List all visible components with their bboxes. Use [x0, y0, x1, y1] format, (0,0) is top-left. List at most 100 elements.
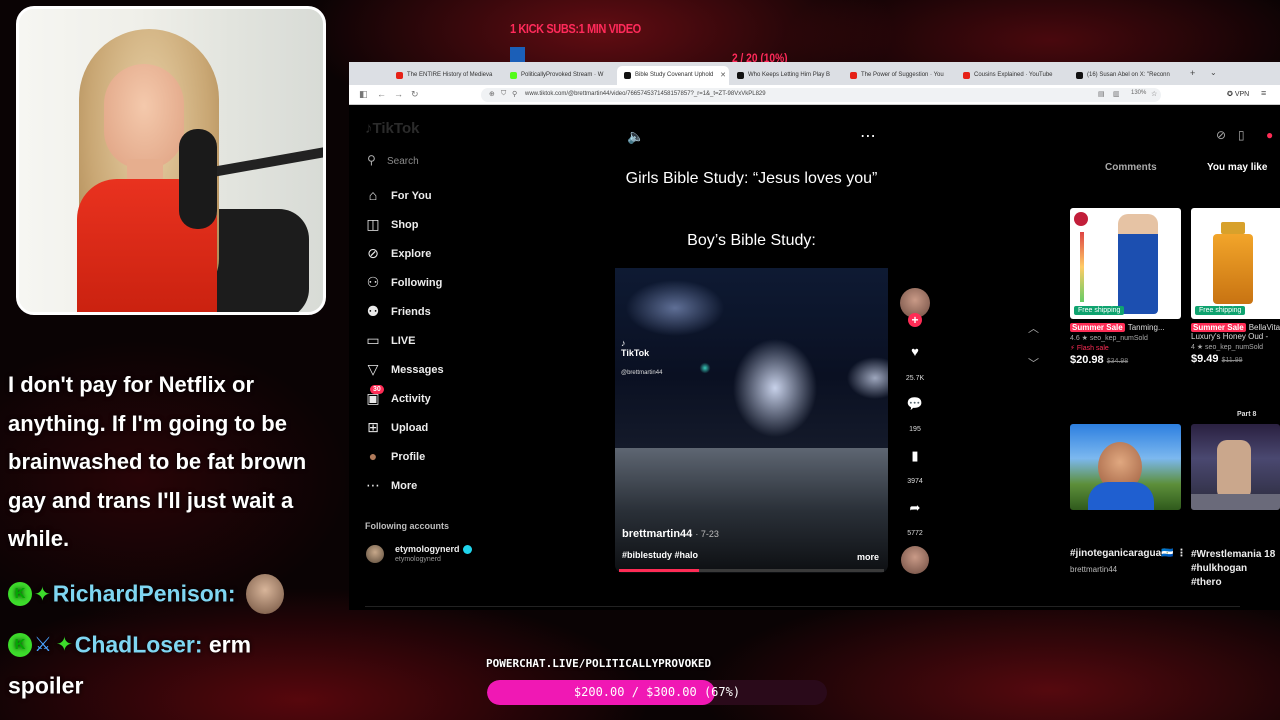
divider [365, 606, 1240, 607]
more-options-icon[interactable]: ⋯ [860, 126, 877, 146]
sidebar-item-label: Profile [391, 451, 426, 463]
more-link[interactable]: more [857, 552, 879, 562]
vpn-icon: ✪ [1227, 91, 1235, 98]
menu-icon[interactable]: ≡ [1261, 88, 1266, 98]
search-input[interactable]: ⚲ Search [365, 153, 485, 171]
browser-tab[interactable]: Cousins Explained · YouTube [956, 66, 1068, 85]
friends-icon: ⚉ [366, 303, 380, 319]
account-name: etymologynerd [395, 544, 460, 554]
browser-tab[interactable]: The ENTIRE History of Medieva [389, 66, 503, 85]
recommended-video-thumbnail[interactable] [1070, 424, 1181, 510]
favicon-icon [1076, 72, 1083, 79]
vpn-button[interactable]: ✪ VPN [1227, 90, 1249, 98]
screenshot-icon[interactable]: ▥ [1113, 90, 1120, 98]
sidebar-item-label: LIVE [391, 335, 416, 347]
recommended-video-user[interactable]: brettmartin44 [1070, 565, 1117, 574]
recommended-video-thumbnail[interactable] [1191, 424, 1280, 510]
product-title-line-2: Luxury's Honey Oud - [1191, 332, 1269, 341]
reader-view-icon[interactable]: ▤ [1098, 90, 1105, 98]
tiktok-watermark: ♪ TikTok [621, 338, 650, 358]
tab-comments[interactable]: Comments [1105, 162, 1157, 173]
chat-username: ChadLoser: [74, 631, 203, 658]
product-card[interactable]: Free shipping Summer Sale Tanming... 4.6 … [1070, 208, 1181, 366]
comment-bubble-icon[interactable]: 💬 [898, 396, 932, 412]
permissions-icon[interactable]: ⚲ [512, 90, 517, 98]
save-count: 3974 [907, 478, 923, 485]
sidebar-item-explore[interactable]: ⊘ Explore [364, 244, 564, 266]
top-right-icons: ⊘ ▯ ● [1212, 128, 1280, 148]
tiktok-note-icon: ♪ [621, 338, 626, 348]
avatar [366, 545, 384, 563]
compass-icon[interactable]: ⊘ [1216, 128, 1226, 142]
sidebar-item-messages[interactable]: ▽ Messages [364, 360, 564, 382]
flash-sale-label: ⚡ Flash sale [1070, 345, 1109, 352]
share-arrow-icon[interactable]: ➦ [898, 500, 932, 516]
chat-line-wrap: spoiler [8, 671, 83, 699]
video-author: brettmartin44 · 7-23 [622, 528, 719, 540]
browser-tab[interactable]: Who Keeps Letting Him Play B [730, 66, 842, 85]
product-rating: 4 ★ seo_kep_numSold [1191, 344, 1264, 351]
chevron-up-icon[interactable]: ︿ [1028, 320, 1039, 336]
sidebar-item-profile[interactable]: ● Profile [364, 447, 564, 469]
product-card[interactable]: Free shipping Summer Sale BellaVita Luxur… [1191, 208, 1280, 365]
reload-icon[interactable]: ↻ [411, 89, 419, 100]
bookmark-star-icon[interactable]: ☆ [1151, 90, 1157, 98]
browser-tab[interactable]: The Power of Suggestion · You [843, 66, 955, 85]
browser-toolbar: ◧ ← → ↻ ⊕ ⛉ ⚲ www.tiktok.com/@brettmarti… [349, 85, 1280, 105]
webcam-feed [16, 6, 326, 315]
sidebar-item-shop[interactable]: ◫ Shop [364, 215, 564, 237]
sidebar-item-live[interactable]: ▭ LIVE [364, 331, 564, 353]
video-caption-line-1: Girls Bible Study: “Jesus loves you” [625, 170, 878, 187]
verified-badge-icon [462, 545, 472, 555]
compass-icon: ⊘ [367, 245, 379, 261]
phone-icon[interactable]: ▯ [1238, 128, 1245, 142]
sidebar-item-for-you[interactable]: ⌂ For You [364, 186, 564, 208]
favicon-icon [510, 72, 517, 79]
sidebar-item-activity[interactable]: ▣ 30 Activity [364, 385, 564, 411]
site-info-icon[interactable]: ⊕ [489, 90, 495, 98]
sidebar-item-upload[interactable]: ⊞ Upload [364, 418, 564, 440]
close-icon[interactable]: ✕ [720, 71, 726, 79]
product-image: Free shipping [1070, 208, 1181, 319]
product-old-price: $34.98 [1106, 358, 1129, 365]
sound-disc-icon[interactable] [901, 546, 929, 574]
sidebar-item-label: Friends [391, 306, 431, 318]
heart-icon[interactable]: ♥ [898, 344, 932, 359]
browser-tab[interactable]: (16) Susan Abel on X: "Reconn [1069, 66, 1187, 85]
donation-goal-text: $200.00 / $300.00 (67%) [573, 685, 741, 699]
tracking-shield-icon[interactable]: ⛉ [501, 90, 506, 98]
forward-arrow-icon[interactable]: → [394, 89, 403, 99]
favicon-icon [963, 72, 970, 79]
browser-tab-active[interactable]: Bible Study Covenant Uphold ✕ [617, 66, 729, 85]
video-progress-bar[interactable] [619, 569, 884, 572]
zoom-level[interactable]: 130% [1131, 90, 1146, 96]
recommended-video-title[interactable]: #jinoteganicaragua🇳🇮 ⋮ [1070, 548, 1186, 559]
browser-tab[interactable]: PoliticallyProvoked Stream · W [503, 66, 617, 85]
sidebar-item-more[interactable]: ⋯ More [364, 476, 564, 498]
tab-you-may-like[interactable]: You may like [1207, 162, 1267, 173]
sidebar-toggle-icon[interactable]: ◧ [359, 89, 368, 100]
tiktok-logo[interactable]: ♪TikTok [365, 120, 419, 137]
sidebar-item-friends[interactable]: ⚉ Friends [364, 302, 564, 324]
new-tab-icon[interactable]: + [1190, 68, 1195, 78]
recommended-video-title[interactable]: #Wrestlemania 18 #hulkhogan #thero [1191, 548, 1280, 590]
back-arrow-icon[interactable]: ← [377, 89, 386, 99]
tiktok-wordmark: TikTok [372, 120, 420, 137]
person-plus-icon: ⚇ [366, 274, 380, 290]
tab-list-chevron-icon[interactable]: ⌄ [1210, 68, 1217, 77]
followed-account[interactable]: etymologynerd etymologynerd [366, 543, 566, 567]
chevron-down-icon[interactable]: ﹀ [1028, 355, 1039, 371]
follow-plus-icon[interactable]: + [908, 313, 922, 327]
video-hashtags[interactable]: #biblestudy #halo [622, 550, 698, 560]
video-player[interactable]: Girls Bible Study: “Jesus loves you” Boy… [615, 118, 888, 573]
volume-icon[interactable]: 🔈 [627, 128, 644, 145]
favicon-icon [737, 72, 744, 79]
user-avatar-icon[interactable]: ● [1266, 128, 1273, 142]
sidebar-item-following[interactable]: ⚇ Following [364, 273, 564, 295]
bookmark-icon[interactable]: ▮ [898, 448, 932, 464]
kick-badge-icon: K [8, 582, 32, 606]
sidebar-item-label: Activity [391, 393, 431, 405]
address-bar[interactable]: ⊕ ⛉ ⚲ www.tiktok.com/@brettmartin44/vide… [481, 88, 1161, 102]
sidebar-item-label: Following [391, 277, 443, 289]
free-shipping-badge: Free shipping [1195, 306, 1246, 315]
